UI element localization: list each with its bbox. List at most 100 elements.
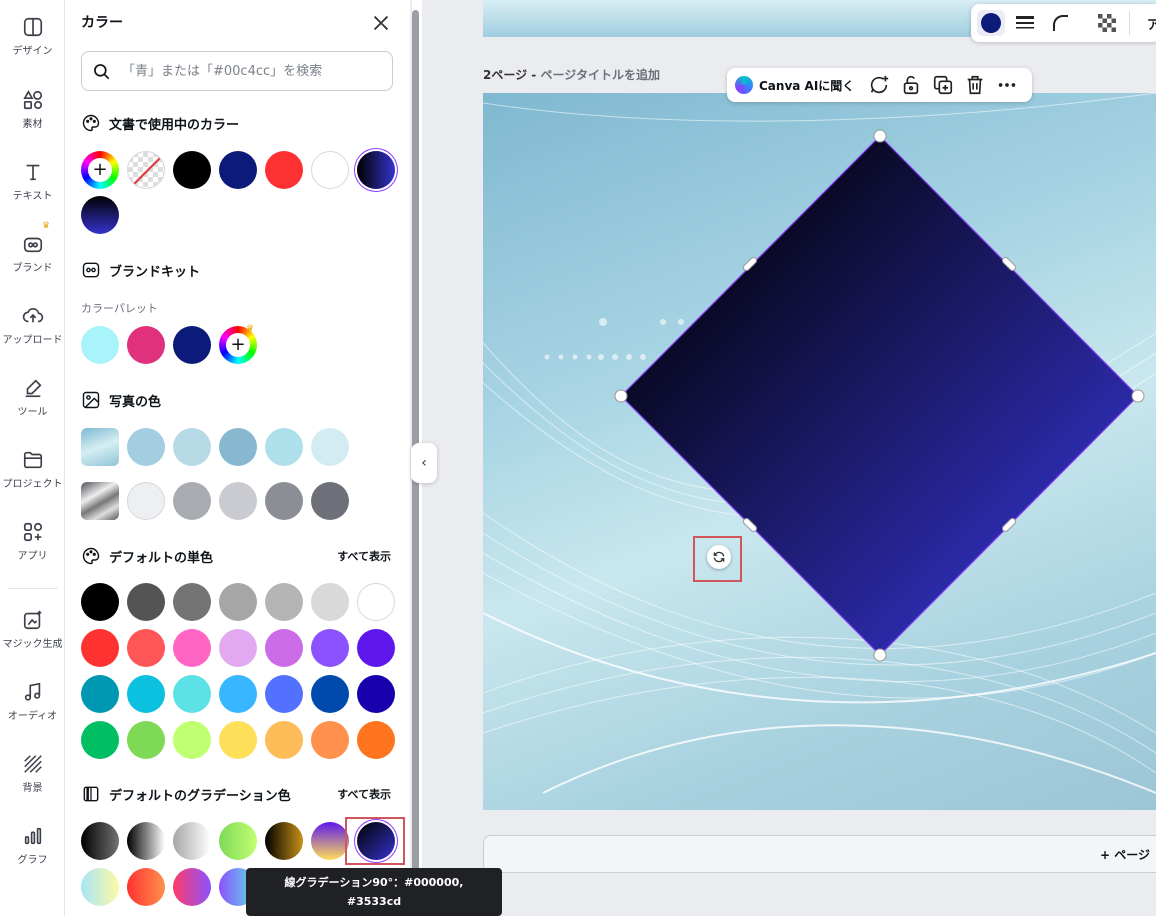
rail-item-tools[interactable]: ツール xyxy=(0,377,65,418)
brand-kit-title: ブランドキット xyxy=(109,264,201,280)
photo-color-swatch[interactable] xyxy=(127,482,165,520)
resize-handle[interactable] xyxy=(873,648,887,662)
photo-color-swatch[interactable] xyxy=(173,428,211,466)
corner-rounding-icon[interactable] xyxy=(1051,13,1071,33)
solid-color-swatch[interactable] xyxy=(173,629,211,667)
gradient-swatch[interactable] xyxy=(127,868,165,906)
show-all-solid-link[interactable]: すべて表示 xyxy=(337,548,391,564)
solid-color-swatch[interactable] xyxy=(219,583,257,621)
solid-color-swatch[interactable] xyxy=(127,675,165,713)
solid-color-swatch[interactable] xyxy=(311,583,349,621)
chart-icon xyxy=(24,827,41,845)
gradient-swatch[interactable] xyxy=(311,822,349,860)
fill-color-button[interactable] xyxy=(977,10,1005,36)
rail-item-projects[interactable]: プロジェクト xyxy=(0,449,65,490)
rail-item-audio[interactable]: オーディオ xyxy=(0,681,65,722)
gradient-swatch[interactable] xyxy=(173,822,211,860)
gradient-swatch[interactable] xyxy=(265,822,303,860)
photo-color-swatch[interactable] xyxy=(219,428,257,466)
solid-color-swatch[interactable] xyxy=(127,721,165,759)
toolbar-overflow-label[interactable]: ア xyxy=(1147,14,1156,33)
solid-color-swatch[interactable] xyxy=(127,583,165,621)
brand-color-swatch[interactable] xyxy=(81,326,119,364)
show-all-gradient-link[interactable]: すべて表示 xyxy=(337,786,391,802)
transparency-icon[interactable] xyxy=(1097,13,1117,33)
solid-color-swatch[interactable] xyxy=(265,629,303,667)
page-title-input[interactable]: ページタイトルを追加 xyxy=(540,68,660,82)
brand-color-swatch[interactable] xyxy=(173,326,211,364)
solid-color-swatch[interactable] xyxy=(265,583,303,621)
gradient-swatch[interactable] xyxy=(81,868,119,906)
photo-color-swatch[interactable] xyxy=(265,428,303,466)
rail-item-chart[interactable]: グラフ xyxy=(0,825,65,866)
rail-item-upload[interactable]: アップロード xyxy=(0,305,65,346)
photo-color-swatch[interactable] xyxy=(311,482,349,520)
color-search-input[interactable] xyxy=(122,61,384,81)
solid-color-swatch[interactable] xyxy=(265,675,303,713)
doc-color-swatch-selected[interactable] xyxy=(357,151,395,189)
solid-color-swatch[interactable] xyxy=(173,721,211,759)
rail-item-design[interactable]: デザイン xyxy=(0,16,65,57)
gradient-swatch[interactable] xyxy=(127,822,165,860)
photo-color-swatch[interactable] xyxy=(219,482,257,520)
solid-color-swatch[interactable] xyxy=(357,675,395,713)
rail-item-magic[interactable]: マジック生成 xyxy=(0,609,65,650)
solid-color-swatch[interactable] xyxy=(357,583,395,621)
design-canvas[interactable] xyxy=(483,93,1156,810)
solid-color-swatch[interactable] xyxy=(81,583,119,621)
rail-item-text[interactable]: テキスト xyxy=(0,161,65,202)
resize-handle[interactable] xyxy=(614,389,628,403)
solid-color-swatch[interactable] xyxy=(357,629,395,667)
transparent-swatch[interactable] xyxy=(127,151,165,189)
solid-color-swatch[interactable] xyxy=(219,629,257,667)
add-color-swatch[interactable]: + xyxy=(81,151,119,189)
solid-color-swatch[interactable] xyxy=(357,721,395,759)
duplicate-icon[interactable] xyxy=(932,74,954,96)
trash-icon[interactable] xyxy=(964,74,986,96)
rail-item-brand[interactable]: ブランド xyxy=(0,233,65,274)
doc-color-swatch[interactable] xyxy=(311,151,349,189)
color-search-box[interactable] xyxy=(81,51,393,91)
solid-color-swatch[interactable] xyxy=(127,629,165,667)
photo-thumbnail[interactable] xyxy=(81,482,119,520)
rail-item-apps[interactable]: アプリ xyxy=(0,521,65,562)
brand-color-swatch[interactable] xyxy=(127,326,165,364)
gradient-swatch[interactable] xyxy=(173,868,211,906)
gradient-swatch[interactable] xyxy=(219,822,257,860)
ask-canva-ai-button[interactable]: Canva AIに聞く xyxy=(735,76,854,94)
solid-color-swatch[interactable] xyxy=(311,629,349,667)
border-style-icon[interactable] xyxy=(1015,14,1035,32)
solid-color-swatch[interactable] xyxy=(311,675,349,713)
solid-color-swatch[interactable] xyxy=(219,675,257,713)
solid-color-swatch[interactable] xyxy=(81,629,119,667)
solid-color-swatch[interactable] xyxy=(219,721,257,759)
photo-color-swatch[interactable] xyxy=(127,428,165,466)
solid-color-swatch[interactable] xyxy=(81,721,119,759)
doc-color-swatch[interactable] xyxy=(81,196,119,234)
photo-thumbnail[interactable] xyxy=(81,428,119,466)
comment-add-icon[interactable] xyxy=(868,74,890,96)
photo-color-swatch[interactable] xyxy=(265,482,303,520)
add-page-button[interactable]: + ページ xyxy=(483,835,1156,873)
doc-color-swatch[interactable] xyxy=(265,151,303,189)
doc-color-swatch[interactable] xyxy=(173,151,211,189)
doc-color-swatch[interactable] xyxy=(219,151,257,189)
palette-icon xyxy=(82,547,100,565)
photo-color-swatch[interactable] xyxy=(311,428,349,466)
resize-handle[interactable] xyxy=(1131,389,1145,403)
more-options-icon[interactable] xyxy=(996,74,1018,96)
solid-color-swatch[interactable] xyxy=(265,721,303,759)
lock-icon[interactable] xyxy=(900,74,922,96)
solid-color-swatch[interactable] xyxy=(311,721,349,759)
rail-item-background[interactable]: 背景 xyxy=(0,753,65,794)
solid-color-swatch[interactable] xyxy=(173,583,211,621)
resize-handle[interactable] xyxy=(873,129,887,143)
collapse-panel-button[interactable]: ‹ xyxy=(411,443,437,483)
solid-color-swatch[interactable] xyxy=(81,675,119,713)
solid-color-swatch[interactable] xyxy=(173,675,211,713)
photo-color-swatch[interactable] xyxy=(173,482,211,520)
rail-label: テキスト xyxy=(12,191,53,202)
gradient-swatch[interactable] xyxy=(81,822,119,860)
close-icon[interactable] xyxy=(370,12,392,34)
rail-item-elements[interactable]: 素材 xyxy=(0,89,65,130)
